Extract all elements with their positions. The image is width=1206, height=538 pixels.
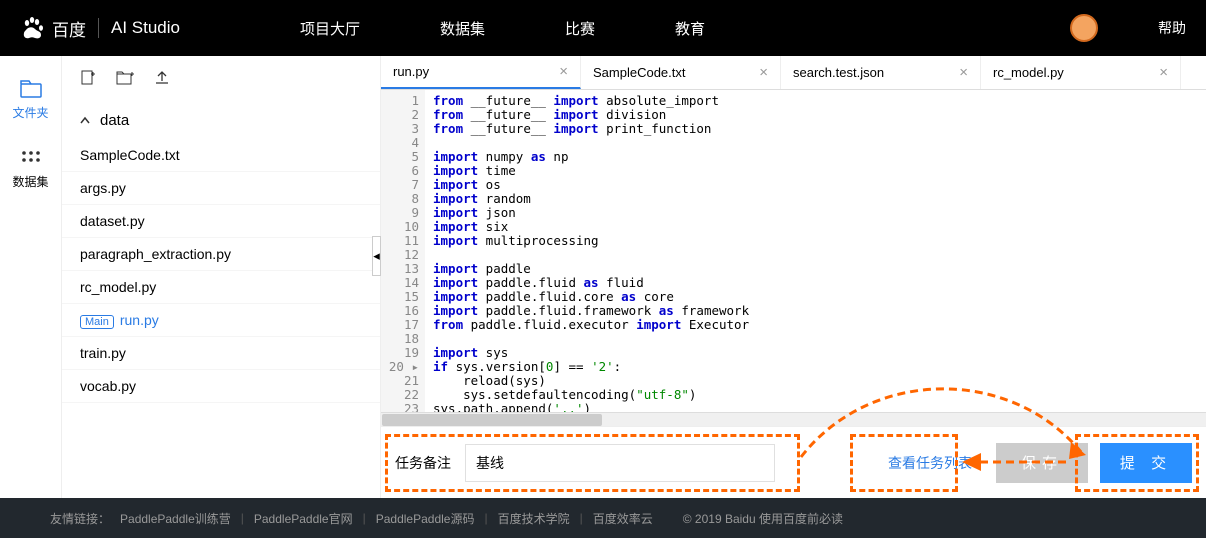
tab-run-py[interactable]: run.py× xyxy=(381,56,581,89)
note-label: 任务备注 xyxy=(395,453,451,473)
nav-education[interactable]: 教育 xyxy=(675,18,705,39)
tab-search-test-json[interactable]: search.test.json× xyxy=(781,56,981,89)
code-area[interactable]: 1234567891011121314151617181920 ▸2122232… xyxy=(381,90,1206,412)
tab-rc_model-py[interactable]: rc_model.py× xyxy=(981,56,1181,89)
nav-competitions[interactable]: 比赛 xyxy=(565,18,595,39)
code-content[interactable]: from __future__ import absolute_import f… xyxy=(425,90,1206,412)
footer-link-3[interactable]: 百度技术学院 xyxy=(498,510,570,527)
folder-icon xyxy=(20,80,42,98)
brand-divider xyxy=(98,18,99,38)
main-nav: 项目大厅 数据集 比赛 教育 xyxy=(300,18,1070,39)
footer-copy: © 2019 Baidu 使用百度前必读 xyxy=(683,510,843,527)
view-tasks-link[interactable]: 查看任务列表 xyxy=(888,453,972,473)
file-run-py[interactable]: Mainrun.py xyxy=(62,304,380,337)
nav-datasets[interactable]: 数据集 xyxy=(440,18,485,39)
editor-pane: ◂ run.py×SampleCode.txt×search.test.json… xyxy=(380,56,1206,498)
main-area: 文件夹 数据集 data SampleCode.txtargs.pydatase… xyxy=(0,56,1206,498)
file-rc_model-py[interactable]: rc_model.py xyxy=(62,271,380,304)
footer-link-2[interactable]: PaddlePaddle源码 xyxy=(376,510,475,527)
line-gutter: 1234567891011121314151617181920 ▸2122232… xyxy=(381,90,425,412)
file-args-py[interactable]: args.py xyxy=(62,172,380,205)
nav-projects[interactable]: 项目大厅 xyxy=(300,18,360,39)
horizontal-scrollbar[interactable] xyxy=(381,412,1206,426)
brand-cn: 百度 xyxy=(52,16,86,41)
grid-icon xyxy=(20,149,42,167)
avatar[interactable] xyxy=(1070,14,1098,42)
footer-link-1[interactable]: PaddlePaddle官网 xyxy=(254,510,353,527)
file-paragraph_extraction-py[interactable]: paragraph_extraction.py xyxy=(62,238,380,271)
footer: 友情链接： PaddlePaddle训练营| PaddlePaddle官网| P… xyxy=(0,498,1206,538)
file-train-py[interactable]: train.py xyxy=(62,337,380,370)
save-button[interactable]: 保存 xyxy=(996,443,1088,483)
footer-link-4[interactable]: 百度效率云 xyxy=(593,510,653,527)
sidebar-files[interactable]: 文件夹 xyxy=(0,80,61,121)
baidu-paw-icon xyxy=(20,15,46,41)
file-dataset-py[interactable]: dataset.py xyxy=(62,205,380,238)
top-navbar: 百度 AI Studio 项目大厅 数据集 比赛 教育 帮助 xyxy=(0,0,1206,56)
tab-SampleCode-txt[interactable]: SampleCode.txt× xyxy=(581,56,781,89)
caret-up-icon xyxy=(80,116,90,126)
note-input[interactable] xyxy=(465,444,775,482)
upload-icon[interactable] xyxy=(154,70,170,86)
brand-en: AI Studio xyxy=(111,18,180,38)
new-file-icon[interactable] xyxy=(80,70,96,86)
footer-label: 友情链接： xyxy=(50,510,110,527)
tab-close-icon[interactable]: × xyxy=(759,64,768,81)
file-vocab-py[interactable]: vocab.py xyxy=(62,370,380,403)
task-bar: 任务备注 查看任务列表 保存 提 交 xyxy=(381,426,1206,498)
file-SampleCode-txt[interactable]: SampleCode.txt xyxy=(62,139,380,172)
logo[interactable]: 百度 AI Studio xyxy=(20,15,180,41)
editor-tabs: run.py×SampleCode.txt×search.test.json×r… xyxy=(381,56,1206,90)
footer-link-0[interactable]: PaddlePaddle训练营 xyxy=(120,510,231,527)
sidebar-datasets[interactable]: 数据集 xyxy=(0,149,61,190)
collapse-handle[interactable]: ◂ xyxy=(372,236,381,276)
tab-close-icon[interactable]: × xyxy=(959,64,968,81)
file-tree: data SampleCode.txtargs.pydataset.pypara… xyxy=(62,56,380,498)
submit-button[interactable]: 提 交 xyxy=(1100,443,1192,483)
left-sidebar: 文件夹 数据集 xyxy=(0,56,62,498)
help-link[interactable]: 帮助 xyxy=(1158,18,1186,38)
tab-close-icon[interactable]: × xyxy=(1159,64,1168,81)
tab-close-icon[interactable]: × xyxy=(559,63,568,80)
folder-data[interactable]: data xyxy=(62,102,380,139)
new-folder-icon[interactable] xyxy=(116,70,134,86)
file-toolbar xyxy=(62,70,380,102)
